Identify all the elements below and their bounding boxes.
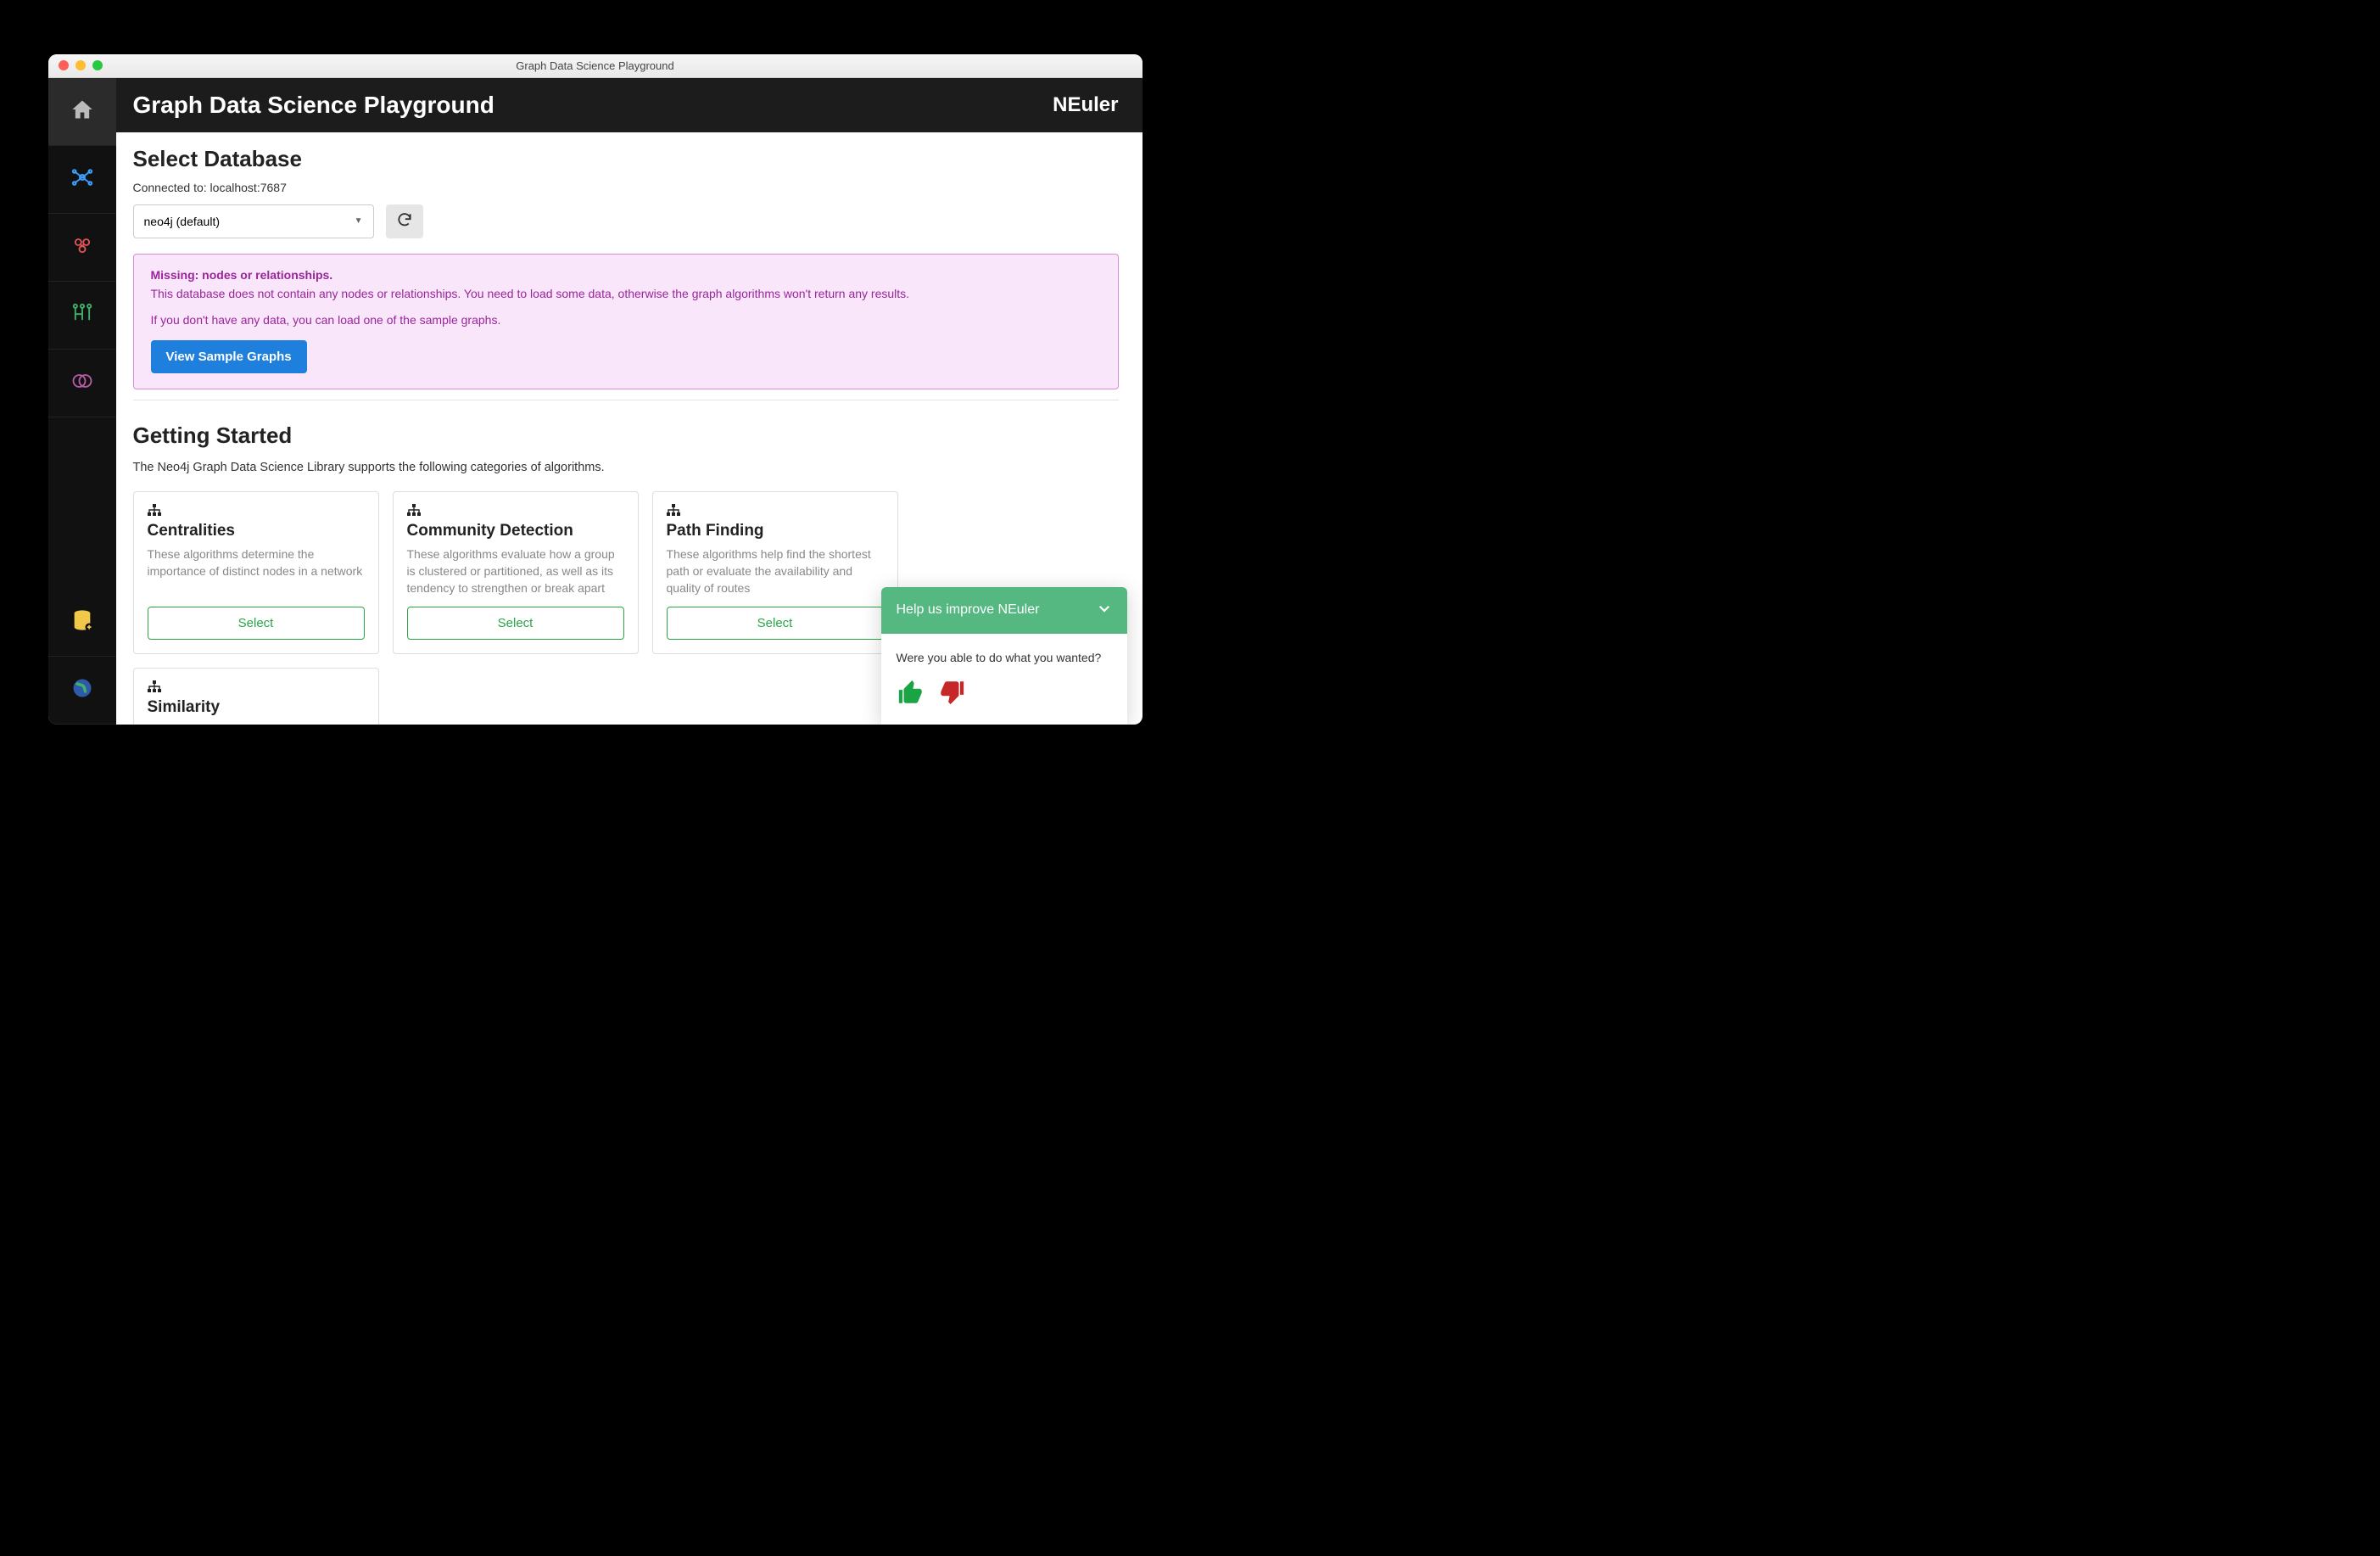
app-body: Graph Data Science Playground NEuler Sel… xyxy=(48,78,1143,725)
app-window: Graph Data Science Playground xyxy=(48,54,1143,725)
sidebar-item-similarity[interactable] xyxy=(48,350,116,417)
sitemap-icon xyxy=(148,504,365,520)
sitemap-icon xyxy=(407,504,624,520)
traffic-lights xyxy=(48,60,103,70)
home-icon xyxy=(70,98,94,126)
card-similarity: Similarity These algorithms help calcula… xyxy=(133,668,379,724)
getting-started-intro: The Neo4j Graph Data Science Library sup… xyxy=(133,461,1119,474)
zoom-window-button[interactable] xyxy=(92,60,103,70)
sidebar-item-community[interactable] xyxy=(48,214,116,282)
database-selector-row: neo4j (default) ▼ xyxy=(133,204,1119,238)
minimize-window-button[interactable] xyxy=(75,60,86,70)
thumbs-down-icon xyxy=(937,696,966,710)
globe-icon xyxy=(70,676,94,704)
view-sample-graphs-button[interactable]: View Sample Graphs xyxy=(151,340,307,373)
brand-label: NEuler xyxy=(1053,93,1118,117)
select-pathfinding-button[interactable]: Select xyxy=(667,607,884,640)
feedback-icons xyxy=(897,678,1112,711)
thumbs-up-button[interactable] xyxy=(897,678,925,711)
thumbs-up-icon xyxy=(897,696,925,710)
database-icon xyxy=(70,608,94,636)
card-path-finding: Path Finding These algorithms help find … xyxy=(652,491,898,655)
select-community-button[interactable]: Select xyxy=(407,607,624,640)
card-title: Centralities xyxy=(148,522,365,540)
sidebar-item-home[interactable] xyxy=(48,78,116,146)
getting-started-heading: Getting Started xyxy=(133,423,1119,449)
sitemap-icon xyxy=(667,504,884,520)
network-icon xyxy=(70,165,94,193)
card-centralities: Centralities These algorithms determine … xyxy=(133,491,379,655)
alert-body: This database does not contain any nodes… xyxy=(151,285,1101,303)
path-icon xyxy=(70,301,94,329)
alert-title: Missing: nodes or relationships. xyxy=(151,268,1101,282)
sidebar-item-database[interactable] xyxy=(48,589,116,657)
page-title: Graph Data Science Playground xyxy=(133,92,494,119)
sidebar xyxy=(48,78,116,725)
thumbs-down-button[interactable] xyxy=(937,678,966,711)
sidebar-item-about[interactable] xyxy=(48,657,116,725)
card-community-detection: Community Detection These algorithms eva… xyxy=(393,491,639,655)
feedback-question: Were you able to do what you wanted? xyxy=(897,651,1112,664)
feedback-body: Were you able to do what you wanted? xyxy=(881,634,1127,725)
chevron-down-icon: ▼ xyxy=(355,216,363,226)
database-dropdown-value: neo4j (default) xyxy=(144,215,221,228)
sidebar-item-pathfinding[interactable] xyxy=(48,282,116,350)
alert-sub: If you don't have any data, you can load… xyxy=(151,313,1101,327)
missing-data-alert: Missing: nodes or relationships. This da… xyxy=(133,254,1119,389)
window-title: Graph Data Science Playground xyxy=(48,59,1143,72)
titlebar: Graph Data Science Playground xyxy=(48,54,1143,78)
main-column: Graph Data Science Playground NEuler Sel… xyxy=(116,78,1143,725)
card-desc: These algorithms help calculate the simi… xyxy=(148,722,365,724)
card-desc: These algorithms evaluate how a group is… xyxy=(407,546,624,597)
card-desc: These algorithms determine the importanc… xyxy=(148,546,365,597)
close-window-button[interactable] xyxy=(59,60,69,70)
sitemap-icon xyxy=(148,680,365,697)
chevron-down-icon xyxy=(1097,601,1112,620)
refresh-button[interactable] xyxy=(386,204,423,238)
connection-status: Connected to: localhost:7687 xyxy=(133,181,1119,194)
feedback-panel: Help us improve NEuler Were you able to … xyxy=(881,587,1127,725)
card-title: Community Detection xyxy=(407,522,624,540)
card-desc: These algorithms help find the shortest … xyxy=(667,546,884,597)
sidebar-spacer xyxy=(48,417,116,589)
select-centralities-button[interactable]: Select xyxy=(148,607,365,640)
card-title: Path Finding xyxy=(667,522,884,540)
database-dropdown[interactable]: neo4j (default) ▼ xyxy=(133,204,374,238)
sidebar-item-centrality[interactable] xyxy=(48,146,116,214)
card-title: Similarity xyxy=(148,698,365,717)
feedback-title: Help us improve NEuler xyxy=(897,602,1040,618)
header-bar: Graph Data Science Playground NEuler xyxy=(116,78,1143,132)
refresh-icon xyxy=(396,211,413,231)
venn-icon xyxy=(70,369,94,397)
select-database-heading: Select Database xyxy=(133,146,1119,172)
cluster-icon xyxy=(70,233,94,261)
feedback-header[interactable]: Help us improve NEuler xyxy=(881,587,1127,634)
